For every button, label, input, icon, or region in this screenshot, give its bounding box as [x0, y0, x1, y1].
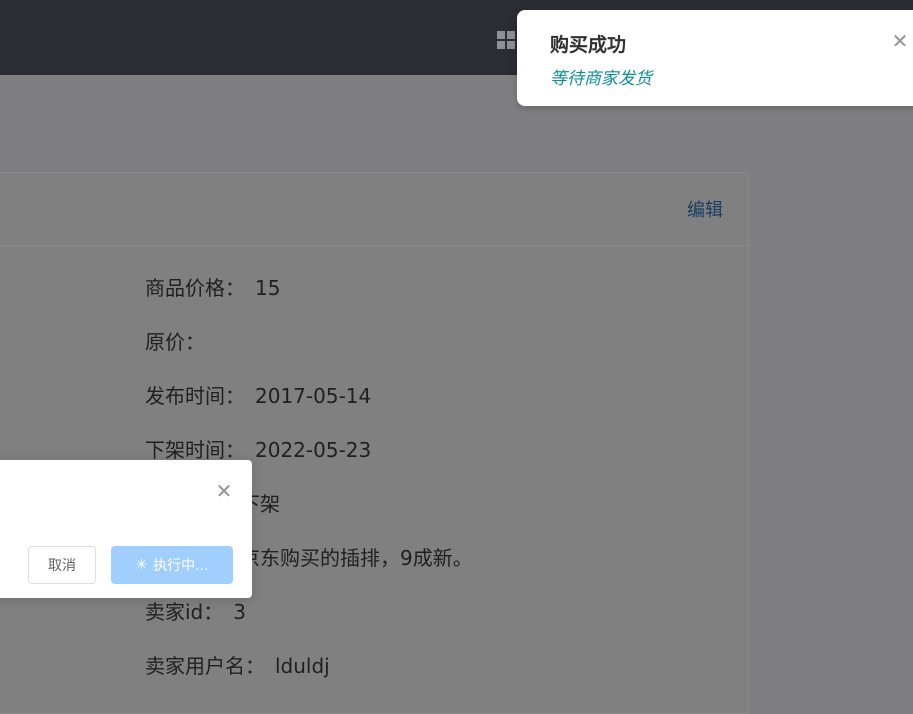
- field-price: 商品价格： 15: [145, 272, 280, 301]
- edit-link[interactable]: 编辑: [687, 196, 723, 222]
- loading-icon: ✳: [135, 557, 148, 573]
- success-notification: 购买成功 等待商家发货 ✕: [517, 10, 913, 106]
- product-detail-card: 编辑: [0, 172, 749, 714]
- execute-button-label: 执行中...: [153, 558, 209, 574]
- field-value: 2022-05-23: [255, 438, 372, 462]
- field-publish-time: 发布时间： 2017-05-14: [145, 380, 371, 409]
- field-description: 京东购买的插排，9成新。: [240, 542, 473, 571]
- notification-message: 等待商家发货: [550, 69, 652, 89]
- execute-button[interactable]: ✳ 执行中...: [111, 546, 233, 584]
- field-value: lduldj: [275, 654, 330, 678]
- field-label: 发布时间：: [145, 384, 245, 408]
- field-seller-id: 卖家id： 3: [145, 596, 246, 625]
- cancel-button[interactable]: 取消: [28, 546, 96, 584]
- grid-menu-icon[interactable]: [497, 31, 515, 49]
- field-label: 卖家用户名：: [145, 654, 265, 678]
- field-original-price: 原价：: [145, 326, 215, 355]
- field-value: 3: [233, 600, 246, 624]
- field-value: 京东购买的插排，9成新。: [240, 546, 473, 570]
- field-value: 2017-05-14: [255, 384, 372, 408]
- confirm-dialog: ✕ 取消 ✳ 执行中...: [0, 460, 252, 598]
- card-header: 编辑: [0, 173, 748, 246]
- field-offline-time: 下架时间： 2022-05-23: [145, 434, 371, 463]
- field-label: 商品价格：: [145, 276, 245, 300]
- field-value: 15: [255, 276, 281, 300]
- close-icon[interactable]: ✕: [215, 481, 233, 501]
- field-label: 原价：: [145, 330, 205, 354]
- notification-title: 购买成功: [550, 34, 627, 56]
- close-icon[interactable]: ✕: [891, 31, 909, 51]
- field-seller-username: 卖家用户名： lduldj: [145, 650, 330, 679]
- field-label: 卖家id：: [145, 600, 224, 624]
- field-label: 下架时间：: [145, 438, 245, 462]
